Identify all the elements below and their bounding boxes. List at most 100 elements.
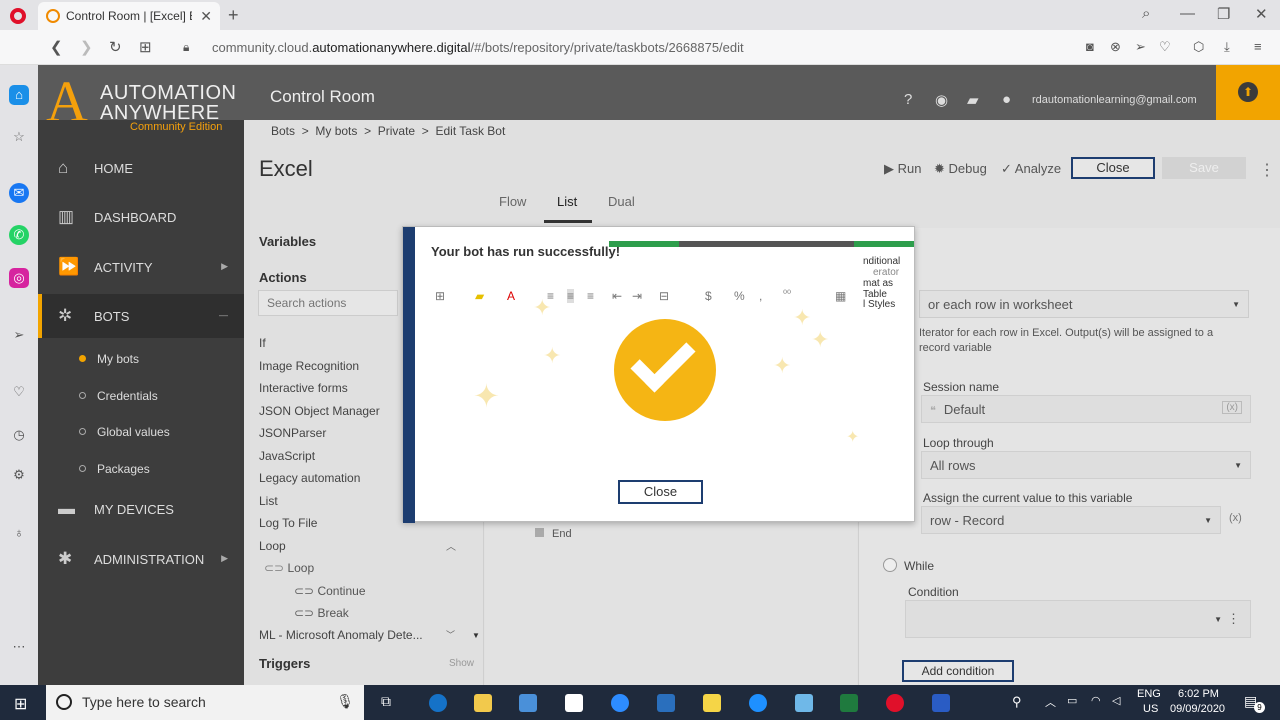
cube-icon[interactable]: ⬡ <box>1193 39 1204 55</box>
minimize-icon[interactable]: — <box>1180 5 1195 22</box>
heart-sidebar-icon[interactable]: ♡ <box>9 382 29 402</box>
action-item-ml[interactable]: ML - Microsoft Anomaly Dete... <box>259 628 423 642</box>
chevron-up-icon[interactable]: ︿ <box>446 538 456 553</box>
nav-activity[interactable]: ⏩ ACTIVITY ▶ <box>38 245 244 289</box>
opera-taskbar-icon[interactable] <box>886 694 904 712</box>
action-item[interactable]: JSONParser <box>259 426 326 440</box>
nav-home[interactable]: ⌂ HOME <box>38 146 244 190</box>
lang-primary[interactable]: ENG <box>1137 688 1161 700</box>
settings-icon[interactable]: ⚙ <box>9 465 29 485</box>
while-radio[interactable] <box>883 558 897 572</box>
user-icon[interactable]: ● <box>1002 91 1011 108</box>
search-actions-input[interactable] <box>258 290 398 316</box>
microphone-icon[interactable]: 🎙︎ <box>336 693 354 710</box>
action-item[interactable]: List <box>259 494 278 508</box>
crumb-my-bots[interactable]: My bots <box>315 124 357 138</box>
tab-flow[interactable]: Flow <box>499 194 526 209</box>
menu-icon[interactable]: ≡ <box>1254 39 1262 54</box>
loop-sub-item[interactable]: ⊂⊃ Loop <box>264 561 314 575</box>
nav-packages[interactable]: Packages <box>38 454 244 484</box>
action-item-loop[interactable]: Loop <box>259 539 286 553</box>
mail-icon[interactable] <box>565 694 583 712</box>
session-name-field[interactable]: ❝ Default (x) <box>921 395 1251 423</box>
help-icon[interactable]: ? <box>904 91 912 108</box>
search-tabs-icon[interactable]: ⌕ <box>1142 5 1150 22</box>
save-button[interactable]: Save <box>1162 157 1246 179</box>
sticky-notes-icon[interactable] <box>703 694 721 712</box>
assign-variable-dropdown[interactable]: row - Record ▼ <box>921 506 1221 534</box>
nav-bots[interactable]: ✲ BOTS — <box>38 294 244 338</box>
add-condition-button[interactable]: Add condition <box>902 660 1014 682</box>
send-icon[interactable]: ➢ <box>1135 39 1146 55</box>
maximize-icon[interactable]: ❐ <box>1217 5 1230 23</box>
whatsapp-icon[interactable]: ✆ <box>9 225 29 245</box>
show-triggers-link[interactable]: Show <box>449 658 474 669</box>
continue-item[interactable]: ⊂⊃ Continue <box>294 584 366 598</box>
nav-administration[interactable]: ✱ ADMINISTRATION ▶ <box>38 537 244 581</box>
close-window-icon[interactable]: ✕ <box>1255 5 1268 23</box>
home-sidebar-icon[interactable]: ⌂ <box>9 85 29 105</box>
app-icon[interactable] <box>795 694 813 712</box>
excel-icon[interactable] <box>840 694 858 712</box>
tab-list[interactable]: List <box>557 194 577 209</box>
notifications-icon[interactable]: ▰ <box>967 91 979 109</box>
taskbar-search[interactable]: Type here to search 🎙︎ <box>46 685 364 720</box>
crumb-bots[interactable]: Bots <box>271 124 295 138</box>
action-item[interactable]: If <box>259 336 266 350</box>
store-icon[interactable] <box>519 694 537 712</box>
more-options-icon[interactable]: ⋮ <box>1259 160 1275 180</box>
action-item[interactable]: JSON Object Manager <box>259 404 380 418</box>
crumb-private[interactable]: Private <box>378 124 415 138</box>
nav-credentials[interactable]: Credentials <box>38 381 244 411</box>
instagram-icon[interactable]: ◎ <box>9 268 29 288</box>
iterator-dropdown[interactable]: or each row in worksheet ▼ <box>919 290 1249 318</box>
scroll-down-icon[interactable]: ▼ <box>472 631 480 640</box>
lock-icon[interactable]: 🔒︎ <box>183 40 189 55</box>
messenger-icon[interactable]: ✉ <box>9 183 29 203</box>
action-item[interactable]: JavaScript <box>259 449 315 463</box>
heart-icon[interactable]: ♡ <box>1159 39 1171 55</box>
nav-dashboard[interactable]: ▥ DASHBOARD <box>38 195 244 239</box>
dialog-close-button[interactable]: Close <box>618 480 703 504</box>
close-tab-icon[interactable]: ✕ <box>200 8 212 25</box>
edge-icon[interactable] <box>429 694 447 712</box>
clock-time[interactable]: 6:02 PM <box>1178 688 1219 700</box>
ie-icon[interactable] <box>749 694 767 712</box>
close-button[interactable]: Close <box>1071 157 1155 179</box>
variable-insert-icon[interactable]: (x) <box>1229 512 1242 524</box>
zoom-icon[interactable] <box>611 694 629 712</box>
file-explorer-icon[interactable] <box>474 694 492 712</box>
star-icon[interactable]: ☆ <box>9 127 29 147</box>
chevron-down-icon[interactable]: ﹀ <box>446 628 455 641</box>
url-field[interactable]: community.cloud.automationanywhere.digit… <box>212 40 744 55</box>
action-item[interactable]: Legacy automation <box>259 471 360 485</box>
adblock-icon[interactable]: ⊗ <box>1110 39 1121 55</box>
tips-icon[interactable]: ♁ <box>9 523 29 543</box>
nav-my-bots[interactable]: My bots <box>38 344 244 374</box>
user-email[interactable]: rdautomationlearning@gmail.com <box>1032 94 1197 106</box>
break-item[interactable]: ⊂⊃ Break <box>294 606 349 620</box>
globe-icon[interactable]: ◉ <box>935 91 948 109</box>
nav-my-devices[interactable]: ▬ MY DEVICES <box>38 487 244 531</box>
forward-icon[interactable]: ❯ <box>80 38 93 56</box>
tray-chevron-icon[interactable]: ︿ <box>1045 694 1056 710</box>
run-button[interactable]: ▶ Run <box>884 161 921 177</box>
people-icon[interactable]: ⚲ <box>1012 694 1022 710</box>
speed-dial-icon[interactable]: ⊞ <box>139 38 152 56</box>
analyze-button[interactable]: ✓ Analyze <box>1001 161 1061 177</box>
camera-icon[interactable]: ◙ <box>1086 39 1094 54</box>
download-icon[interactable]: ⤓ <box>1224 39 1230 55</box>
more-icon[interactable]: ⋯ <box>9 637 29 657</box>
nav-global-values[interactable]: Global values <box>38 417 244 447</box>
variables-heading[interactable]: Variables <box>259 234 316 249</box>
clock-date[interactable]: 09/09/2020 <box>1170 703 1225 715</box>
task-view-icon[interactable]: ⧉ <box>381 693 391 710</box>
battery-icon[interactable]: ▭ <box>1067 694 1077 707</box>
app-icon[interactable] <box>657 694 675 712</box>
triggers-heading[interactable]: Triggers <box>259 656 310 671</box>
action-item[interactable]: Log To File <box>259 516 317 530</box>
app-icon[interactable] <box>932 694 950 712</box>
history-icon[interactable]: ◷ <box>9 425 29 445</box>
end-node[interactable]: End <box>535 528 572 540</box>
windows-start-icon[interactable]: ⊞ <box>14 694 27 714</box>
